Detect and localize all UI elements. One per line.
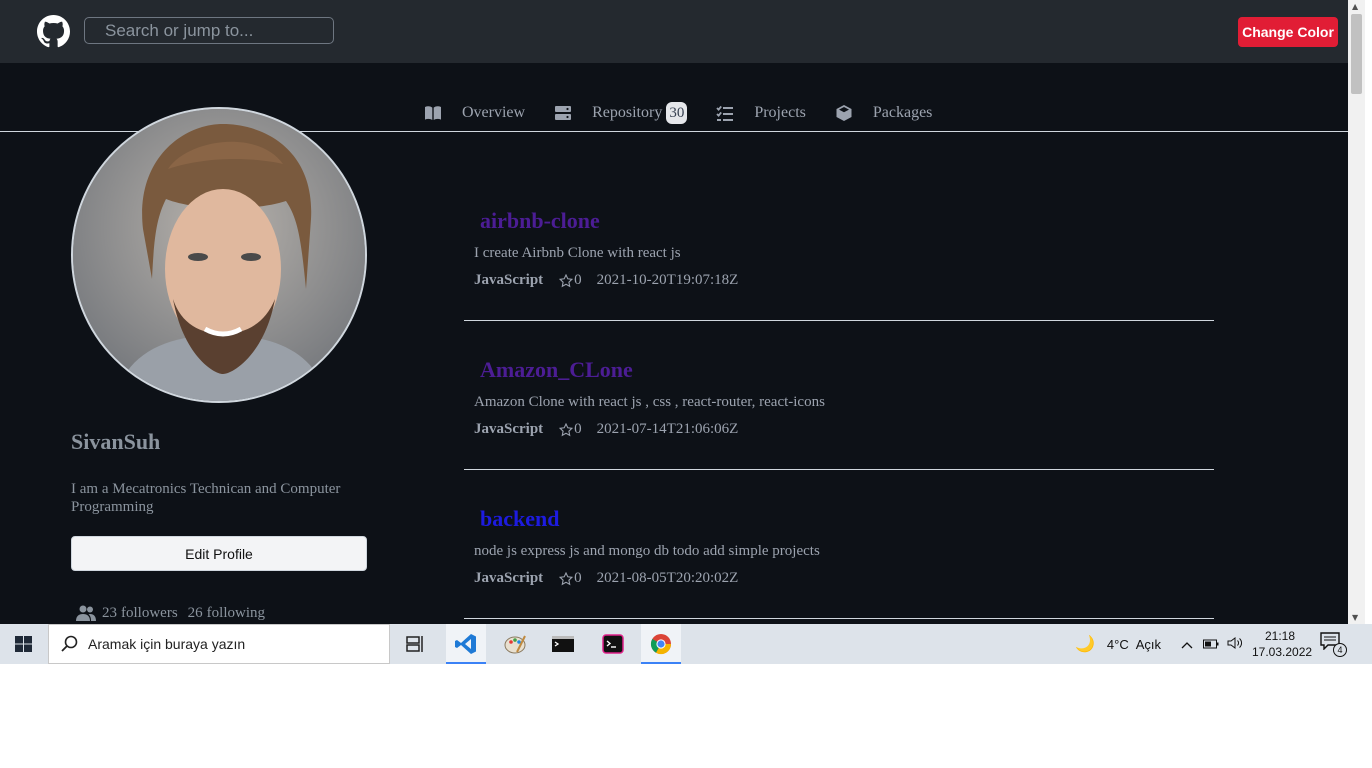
weather-temp[interactable]: 4°C bbox=[1107, 637, 1129, 652]
notification-icon[interactable]: 4 bbox=[1320, 632, 1350, 658]
repo-language: JavaScript bbox=[474, 570, 544, 586]
tab-repository-label: Repository bbox=[592, 104, 663, 121]
tab-projects[interactable]: Projects bbox=[716, 104, 806, 122]
package-icon bbox=[835, 104, 853, 122]
repo-date: 2021-07-14T21:06:06Z bbox=[596, 421, 739, 437]
repo-name-link[interactable]: Amazon_CLone bbox=[480, 357, 633, 383]
repo-name-link[interactable]: backend bbox=[480, 506, 559, 532]
change-color-button[interactable]: Change Color bbox=[1238, 17, 1338, 47]
repo-description: node js express js and mongo db todo add… bbox=[474, 543, 820, 559]
repo-date: 2021-08-05T20:20:02Z bbox=[596, 570, 739, 586]
repo-language: JavaScript bbox=[474, 272, 544, 288]
star-icon bbox=[559, 273, 574, 288]
tab-overview-label: Overview bbox=[462, 104, 526, 121]
clock-date: 17.03.2022 bbox=[1252, 645, 1313, 659]
scroll-up-icon[interactable]: ▲ bbox=[1352, 2, 1358, 11]
repo-date: 2021-10-20T19:07:18Z bbox=[596, 272, 739, 288]
tab-overview[interactable]: Overview bbox=[424, 104, 525, 122]
windows-taskbar: Aramak için buraya yazın 🌙 4°C Açık 21:1… bbox=[0, 624, 1372, 664]
scrollbar-thumb[interactable] bbox=[1351, 14, 1362, 94]
repo-meta: JavaScript 0 2021-08-05T20:20:02Z bbox=[474, 570, 738, 587]
avatar bbox=[71, 107, 367, 403]
repo-meta: JavaScript 0 2021-10-20T19:07:18Z bbox=[474, 272, 738, 289]
repo-item: Amazon_CLone Amazon Clone with react js … bbox=[464, 321, 1214, 470]
repo-item: backend node js express js and mongo db … bbox=[464, 470, 1214, 619]
repo-stars: 0 bbox=[574, 272, 582, 288]
repo-description: Amazon Clone with react js , css , react… bbox=[474, 394, 825, 410]
taskbar-search-placeholder: Aramak için buraya yazın bbox=[88, 636, 246, 652]
tab-projects-label: Projects bbox=[754, 104, 806, 121]
followers-label[interactable]: followers bbox=[121, 605, 178, 622]
clock-time: 21:18 bbox=[1264, 629, 1296, 643]
profile-bio: I am a Mecatronics Technican and Compute… bbox=[71, 481, 341, 515]
book-icon bbox=[424, 104, 442, 122]
browser-page: Change Color Overview Repository 30 Proj… bbox=[0, 0, 1348, 624]
projects-icon bbox=[716, 104, 734, 122]
repo-icon bbox=[554, 104, 572, 122]
notification-count: 4 bbox=[1333, 643, 1347, 657]
volume-icon[interactable] bbox=[1227, 636, 1243, 653]
windows-start-icon[interactable] bbox=[0, 624, 47, 664]
star-icon bbox=[559, 422, 574, 437]
following-count[interactable]: 26 bbox=[188, 605, 203, 622]
repo-name-link[interactable]: airbnb-clone bbox=[480, 208, 600, 234]
top-navbar: Change Color bbox=[0, 0, 1348, 63]
scroll-down-icon[interactable]: ▼ bbox=[1352, 613, 1358, 622]
system-tray: 🌙 4°C Açık bbox=[1075, 624, 1243, 664]
tab-repository[interactable]: Repository 30 bbox=[554, 102, 688, 124]
repo-language: JavaScript bbox=[474, 421, 544, 437]
edit-profile-button[interactable]: Edit Profile bbox=[71, 536, 367, 571]
repo-stars: 0 bbox=[574, 570, 582, 586]
tab-packages-label: Packages bbox=[872, 104, 933, 121]
weather-text[interactable]: Açık bbox=[1136, 637, 1161, 652]
repository-count-badge: 30 bbox=[666, 102, 688, 124]
vertical-scrollbar[interactable]: ▲ ▼ bbox=[1348, 0, 1365, 624]
people-icon bbox=[76, 604, 96, 622]
follow-stats: 23 followers 26 following bbox=[76, 604, 269, 622]
chrome-icon[interactable] bbox=[641, 624, 681, 664]
repo-meta: JavaScript 0 2021-07-14T21:06:06Z bbox=[474, 421, 738, 438]
taskbar-search-box[interactable]: Aramak için buraya yazın bbox=[48, 624, 390, 664]
profile-tabs: Overview Repository 30 Projects Packages bbox=[424, 100, 961, 126]
battery-icon[interactable] bbox=[1203, 637, 1219, 652]
command-prompt-icon[interactable] bbox=[543, 624, 583, 664]
search-input[interactable] bbox=[84, 17, 334, 44]
task-view-icon[interactable] bbox=[395, 624, 435, 664]
repo-item: airbnb-clone I create Airbnb Clone with … bbox=[464, 172, 1214, 321]
star-icon bbox=[559, 571, 574, 586]
profile-username: SivanSuh bbox=[71, 429, 161, 454]
chevron-up-icon[interactable] bbox=[1181, 637, 1193, 652]
followers-count[interactable]: 23 bbox=[102, 605, 117, 622]
repo-stars: 0 bbox=[574, 421, 582, 437]
github-icon[interactable] bbox=[37, 15, 70, 48]
tab-packages[interactable]: Packages bbox=[835, 104, 933, 122]
terminal-icon[interactable] bbox=[593, 624, 633, 664]
vscode-icon[interactable] bbox=[446, 624, 486, 664]
repo-description: I create Airbnb Clone with react js bbox=[474, 245, 681, 261]
taskbar-clock[interactable]: 21:18 17.03.2022 bbox=[1252, 628, 1313, 660]
paint-icon[interactable] bbox=[495, 624, 535, 664]
search-icon bbox=[60, 634, 80, 654]
weather-moon-icon[interactable]: 🌙 bbox=[1075, 634, 1095, 654]
following-label[interactable]: following bbox=[207, 605, 265, 622]
